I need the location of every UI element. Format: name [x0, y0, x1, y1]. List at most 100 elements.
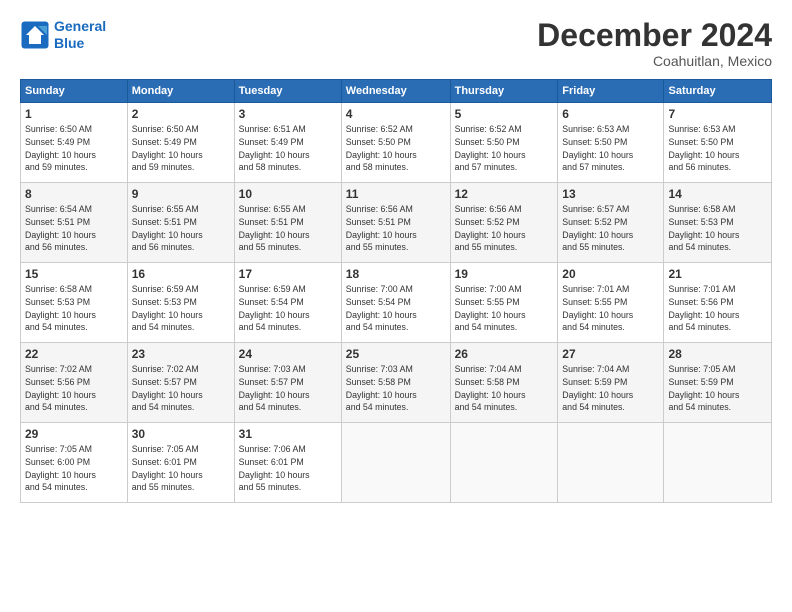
day-info: Sunrise: 7:06 AM Sunset: 6:01 PM Dayligh…: [239, 443, 337, 494]
location: Coahuitlan, Mexico: [537, 53, 772, 69]
day-number: 30: [132, 427, 230, 441]
day-info: Sunrise: 7:00 AM Sunset: 5:54 PM Dayligh…: [346, 283, 446, 334]
day-info: Sunrise: 7:04 AM Sunset: 5:59 PM Dayligh…: [562, 363, 659, 414]
day-info: Sunrise: 7:05 AM Sunset: 5:59 PM Dayligh…: [668, 363, 767, 414]
logo-text: General Blue: [54, 18, 106, 52]
col-wednesday: Wednesday: [341, 80, 450, 103]
day-number: 1: [25, 107, 123, 121]
day-number: 10: [239, 187, 337, 201]
day-number: 22: [25, 347, 123, 361]
calendar-week-2: 8Sunrise: 6:54 AM Sunset: 5:51 PM Daylig…: [21, 183, 772, 263]
day-info: Sunrise: 6:58 AM Sunset: 5:53 PM Dayligh…: [668, 203, 767, 254]
calendar-cell: 3 Sunrise: 6:51 AM Sunset: 5:49 PM Daylig…: [234, 103, 341, 183]
calendar-cell: [341, 423, 450, 503]
day-info: Sunrise: 7:01 AM Sunset: 5:56 PM Dayligh…: [668, 283, 767, 334]
calendar-cell: 19 Sunrise: 7:00 AM Sunset: 5:55 PM Dayli…: [450, 263, 558, 343]
day-info: Sunrise: 6:56 AM Sunset: 5:52 PM Dayligh…: [455, 203, 554, 254]
day-info: Sunrise: 6:51 AM Sunset: 5:49 PM Dayligh…: [239, 123, 337, 174]
calendar-cell: 5Sunrise: 6:52 AM Sunset: 5:50 PM Daylig…: [450, 103, 558, 183]
page: General Blue December 2024 Coahuitlan, M…: [0, 0, 792, 513]
day-number: 15: [25, 267, 123, 281]
calendar-cell: 20Sunrise: 7:01 AM Sunset: 5:55 PM Dayli…: [558, 263, 664, 343]
day-number: 21: [668, 267, 767, 281]
calendar-cell: 31 Sunrise: 7:06 AM Sunset: 6:01 PM Dayli…: [234, 423, 341, 503]
day-number: 9: [132, 187, 230, 201]
day-number: 2: [132, 107, 230, 121]
col-tuesday: Tuesday: [234, 80, 341, 103]
day-number: 7: [668, 107, 767, 121]
day-number: 17: [239, 267, 337, 281]
day-number: 4: [346, 107, 446, 121]
day-info: Sunrise: 6:56 AM Sunset: 5:51 PM Dayligh…: [346, 203, 446, 254]
day-info: Sunrise: 7:02 AM Sunset: 5:56 PM Dayligh…: [25, 363, 123, 414]
day-number: 11: [346, 187, 446, 201]
day-number: 3: [239, 107, 337, 121]
calendar-cell: 30 Sunrise: 7:05 AM Sunset: 6:01 PM Dayli…: [127, 423, 234, 503]
day-number: 13: [562, 187, 659, 201]
day-info: Sunrise: 6:53 AM Sunset: 5:50 PM Dayligh…: [668, 123, 767, 174]
calendar-cell: 1 Sunrise: 6:50 AM Sunset: 5:49 PM Daylig…: [21, 103, 128, 183]
day-number: 26: [455, 347, 554, 361]
day-info: Sunrise: 6:55 AM Sunset: 5:51 PM Dayligh…: [132, 203, 230, 254]
day-info: Sunrise: 7:05 AM Sunset: 6:00 PM Dayligh…: [25, 443, 123, 494]
calendar-cell: 15 Sunrise: 6:58 AM Sunset: 5:53 PM Dayli…: [21, 263, 128, 343]
calendar-cell: 28Sunrise: 7:05 AM Sunset: 5:59 PM Dayli…: [664, 343, 772, 423]
calendar-cell: 6 Sunrise: 6:53 AM Sunset: 5:50 PM Daylig…: [558, 103, 664, 183]
day-info: Sunrise: 6:52 AM Sunset: 5:50 PM Dayligh…: [455, 123, 554, 174]
calendar-week-3: 15 Sunrise: 6:58 AM Sunset: 5:53 PM Dayli…: [21, 263, 772, 343]
day-number: 31: [239, 427, 337, 441]
day-info: Sunrise: 7:03 AM Sunset: 5:57 PM Dayligh…: [239, 363, 337, 414]
day-info: Sunrise: 7:04 AM Sunset: 5:58 PM Dayligh…: [455, 363, 554, 414]
day-number: 14: [668, 187, 767, 201]
calendar-cell: 10 Sunrise: 6:55 AM Sunset: 5:51 PM Dayli…: [234, 183, 341, 263]
day-info: Sunrise: 7:03 AM Sunset: 5:58 PM Dayligh…: [346, 363, 446, 414]
calendar: Sunday Monday Tuesday Wednesday Thursday…: [20, 79, 772, 503]
day-number: 8: [25, 187, 123, 201]
col-saturday: Saturday: [664, 80, 772, 103]
col-monday: Monday: [127, 80, 234, 103]
calendar-cell: [558, 423, 664, 503]
calendar-cell: 29 Sunrise: 7:05 AM Sunset: 6:00 PM Dayli…: [21, 423, 128, 503]
day-number: 19: [455, 267, 554, 281]
calendar-cell: 27Sunrise: 7:04 AM Sunset: 5:59 PM Dayli…: [558, 343, 664, 423]
day-info: Sunrise: 6:50 AM Sunset: 5:49 PM Dayligh…: [25, 123, 123, 174]
calendar-cell: 16 Sunrise: 6:59 AM Sunset: 5:53 PM Dayli…: [127, 263, 234, 343]
col-sunday: Sunday: [21, 80, 128, 103]
calendar-cell: 22 Sunrise: 7:02 AM Sunset: 5:56 PM Dayli…: [21, 343, 128, 423]
calendar-cell: 26 Sunrise: 7:04 AM Sunset: 5:58 PM Dayli…: [450, 343, 558, 423]
day-info: Sunrise: 7:01 AM Sunset: 5:55 PM Dayligh…: [562, 283, 659, 334]
day-number: 23: [132, 347, 230, 361]
col-thursday: Thursday: [450, 80, 558, 103]
day-info: Sunrise: 6:59 AM Sunset: 5:54 PM Dayligh…: [239, 283, 337, 334]
day-number: 16: [132, 267, 230, 281]
calendar-cell: 8Sunrise: 6:54 AM Sunset: 5:51 PM Daylig…: [21, 183, 128, 263]
calendar-cell: 9 Sunrise: 6:55 AM Sunset: 5:51 PM Daylig…: [127, 183, 234, 263]
day-number: 12: [455, 187, 554, 201]
day-number: 6: [562, 107, 659, 121]
calendar-cell: 7 Sunrise: 6:53 AM Sunset: 5:50 PM Daylig…: [664, 103, 772, 183]
calendar-cell: 25 Sunrise: 7:03 AM Sunset: 5:58 PM Dayli…: [341, 343, 450, 423]
day-info: Sunrise: 6:55 AM Sunset: 5:51 PM Dayligh…: [239, 203, 337, 254]
logo: General Blue: [20, 18, 106, 52]
day-info: Sunrise: 6:52 AM Sunset: 5:50 PM Dayligh…: [346, 123, 446, 174]
day-info: Sunrise: 7:00 AM Sunset: 5:55 PM Dayligh…: [455, 283, 554, 334]
day-info: Sunrise: 6:53 AM Sunset: 5:50 PM Dayligh…: [562, 123, 659, 174]
day-info: Sunrise: 6:59 AM Sunset: 5:53 PM Dayligh…: [132, 283, 230, 334]
day-info: Sunrise: 6:57 AM Sunset: 5:52 PM Dayligh…: [562, 203, 659, 254]
day-number: 29: [25, 427, 123, 441]
day-info: Sunrise: 6:58 AM Sunset: 5:53 PM Dayligh…: [25, 283, 123, 334]
calendar-cell: 17 Sunrise: 6:59 AM Sunset: 5:54 PM Dayli…: [234, 263, 341, 343]
calendar-cell: [450, 423, 558, 503]
calendar-cell: [664, 423, 772, 503]
calendar-cell: 13 Sunrise: 6:57 AM Sunset: 5:52 PM Dayli…: [558, 183, 664, 263]
calendar-week-1: 1 Sunrise: 6:50 AM Sunset: 5:49 PM Daylig…: [21, 103, 772, 183]
day-number: 25: [346, 347, 446, 361]
calendar-cell: 24 Sunrise: 7:03 AM Sunset: 5:57 PM Dayli…: [234, 343, 341, 423]
calendar-cell: 11 Sunrise: 6:56 AM Sunset: 5:51 PM Dayli…: [341, 183, 450, 263]
day-info: Sunrise: 6:50 AM Sunset: 5:49 PM Dayligh…: [132, 123, 230, 174]
calendar-week-5: 29 Sunrise: 7:05 AM Sunset: 6:00 PM Dayli…: [21, 423, 772, 503]
calendar-header-row: Sunday Monday Tuesday Wednesday Thursday…: [21, 80, 772, 103]
day-info: Sunrise: 7:05 AM Sunset: 6:01 PM Dayligh…: [132, 443, 230, 494]
day-number: 24: [239, 347, 337, 361]
calendar-cell: 23Sunrise: 7:02 AM Sunset: 5:57 PM Dayli…: [127, 343, 234, 423]
